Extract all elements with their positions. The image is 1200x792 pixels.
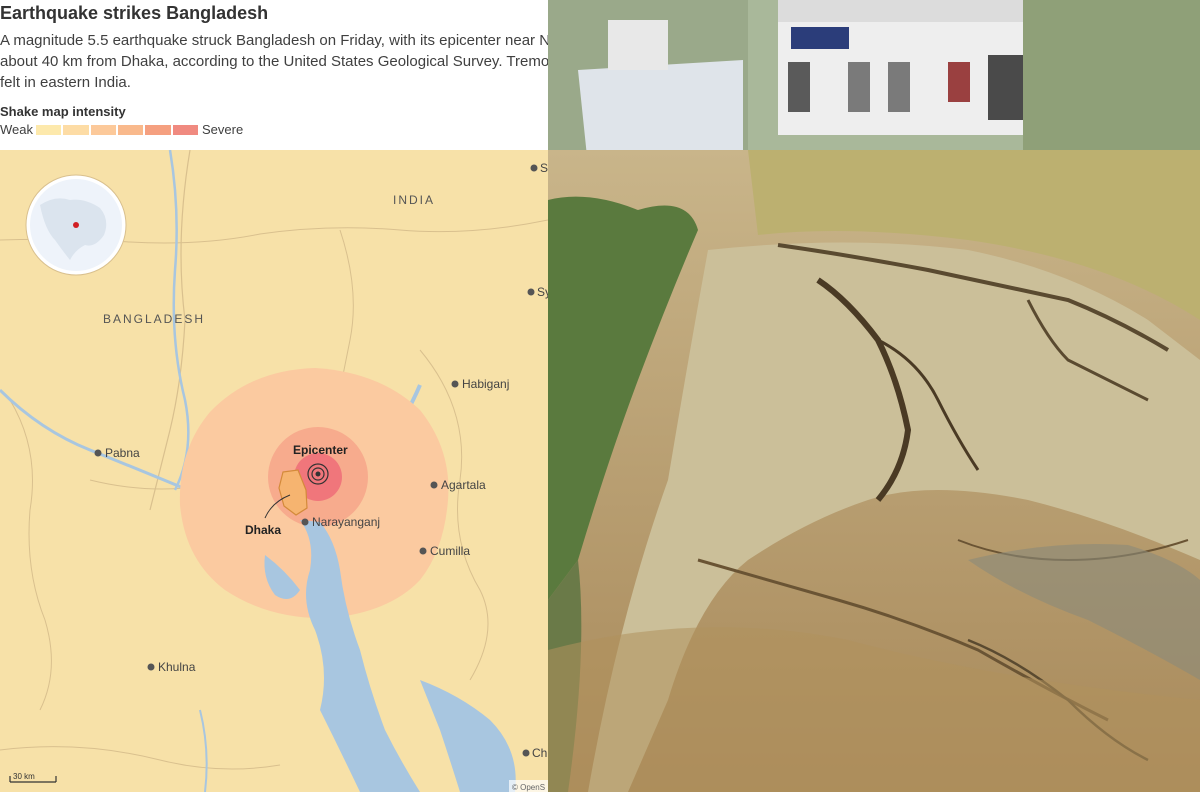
globe-location-dot xyxy=(73,222,79,228)
city-label-agartala: Agartala xyxy=(441,478,486,492)
building-window xyxy=(848,62,870,112)
legend-swatch xyxy=(145,125,171,135)
city-label-narayanganj: Narayanganj xyxy=(312,515,380,529)
city-dot-pabna xyxy=(94,449,102,457)
legend-swatch xyxy=(36,125,62,135)
edge-label: S xyxy=(540,161,548,175)
map-attribution[interactable]: © OpenS xyxy=(512,783,545,792)
legend-swatch xyxy=(172,125,198,135)
shake-map[interactable]: INDIA BANGLADESH Epicenter Dhaka Habigan… xyxy=(0,150,548,792)
description-line: about 40 km from Dhaka, according to the… xyxy=(0,53,548,70)
description: A magnitude 5.5 earthquake struck Bangla… xyxy=(0,30,548,93)
region-label-india: INDIA xyxy=(393,193,435,207)
edge-dot xyxy=(527,288,535,296)
city-dot-narayanganj xyxy=(301,518,309,526)
building-window xyxy=(948,62,970,102)
intensity-legend-bar xyxy=(36,125,198,135)
city-dot-agartala xyxy=(430,481,438,489)
legend-severe-label: Severe xyxy=(202,122,244,137)
edge-dot xyxy=(522,749,530,757)
description-line: A magnitude 5.5 earthquake struck Bangla… xyxy=(0,32,548,49)
building-window xyxy=(888,62,910,112)
epicenter-label: Epicenter xyxy=(293,443,348,457)
city-label-pabna: Pabna xyxy=(105,446,140,460)
building-door xyxy=(788,62,810,112)
city-label-khulna: Khulna xyxy=(158,660,196,674)
headline: Earthquake strikes Bangladesh xyxy=(0,3,269,23)
description-line: felt in eastern India. xyxy=(0,74,131,91)
legend-weak-label: Weak xyxy=(0,122,33,137)
city-dot-habiganj xyxy=(451,380,459,388)
legend-title: Shake map intensity xyxy=(0,104,126,119)
map-svg: INDIA BANGLADESH Epicenter Dhaka Habigan… xyxy=(0,150,548,792)
building-signboard xyxy=(791,27,849,49)
photo-svg xyxy=(548,0,1200,792)
city-dot-cumilla xyxy=(419,547,427,555)
cracked-ground-photo xyxy=(548,0,1200,792)
legend-swatch xyxy=(117,125,144,135)
dhaka-label: Dhaka xyxy=(245,523,281,537)
tree-cluster xyxy=(1023,0,1200,170)
white-structure xyxy=(608,20,668,70)
region-label-bangladesh: BANGLADESH xyxy=(103,312,205,326)
building-door xyxy=(988,55,1023,120)
edge-dot xyxy=(530,164,538,172)
legend-swatch xyxy=(63,125,89,135)
edge-label: Ch xyxy=(532,746,547,760)
map-graphic-panel: Earthquake strikes Bangladesh A magnitud… xyxy=(0,0,548,792)
city-label-habiganj: Habiganj xyxy=(462,377,509,391)
scale-bar-label: 30 km xyxy=(13,772,35,781)
building-roofline xyxy=(778,0,1028,22)
edge-label: Sy xyxy=(537,285,548,299)
city-dot-khulna xyxy=(147,663,155,671)
city-label-cumilla: Cumilla xyxy=(430,544,470,558)
legend-swatch xyxy=(90,125,116,135)
epicenter-icon-dot xyxy=(315,471,321,477)
